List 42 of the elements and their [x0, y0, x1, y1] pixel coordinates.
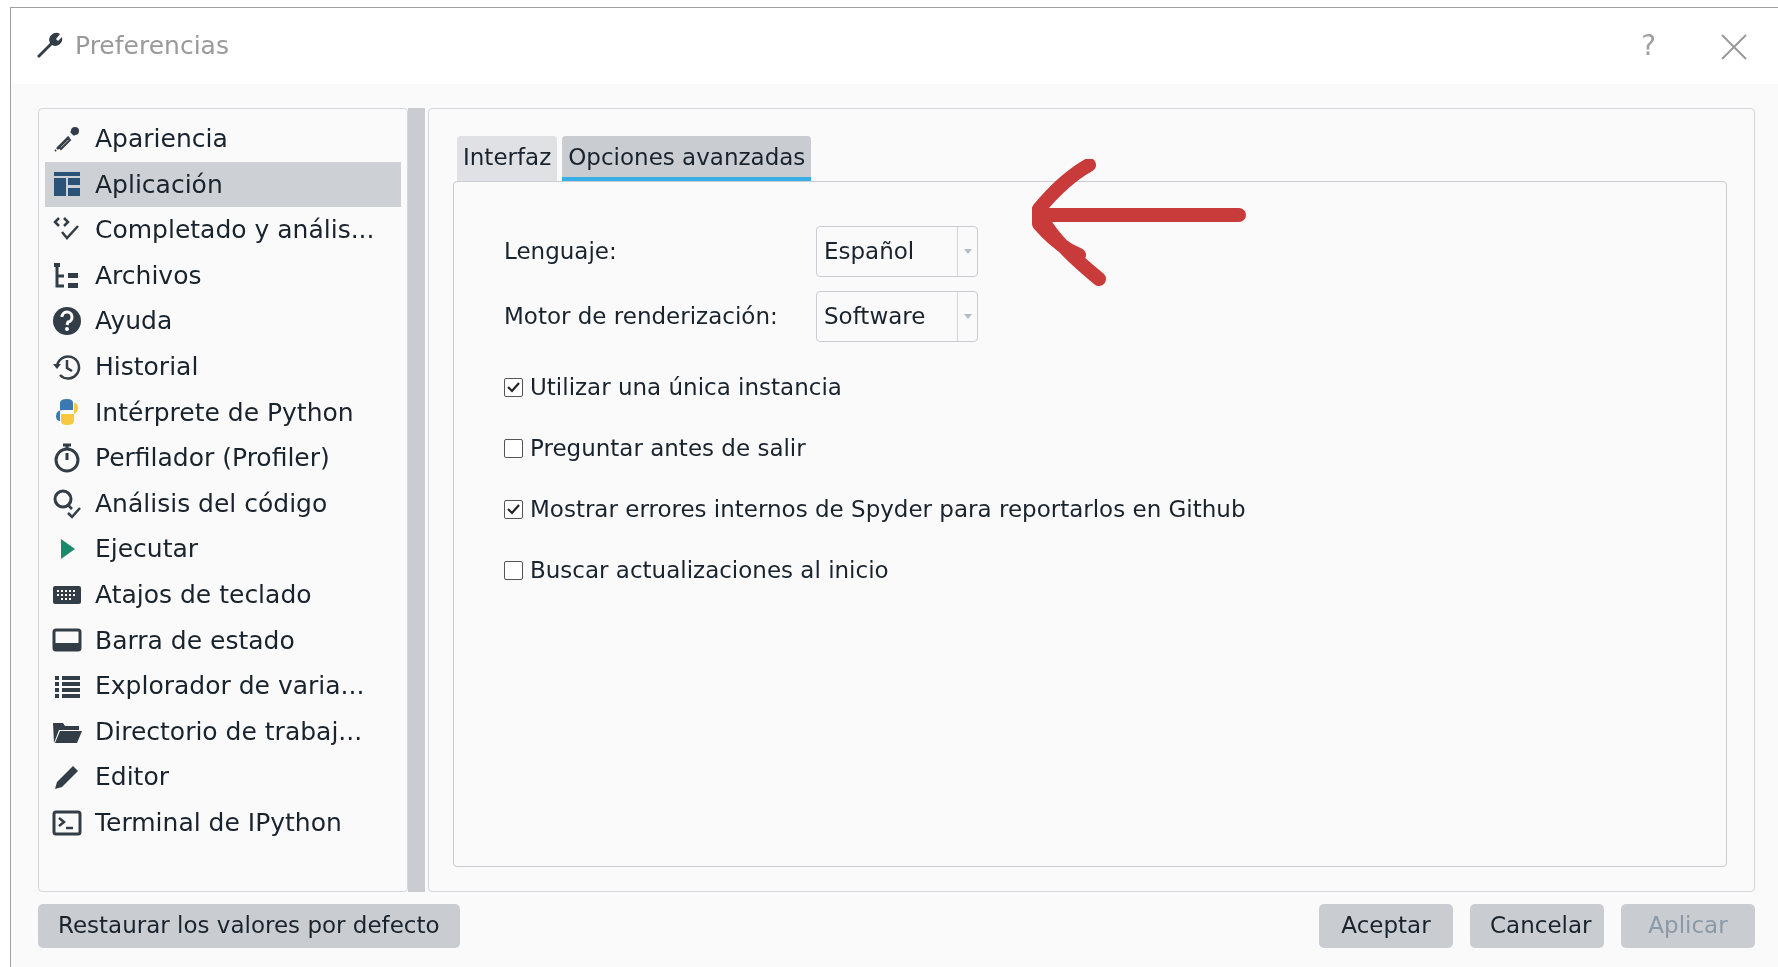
- sidebar-item[interactable]: Terminal de IPython: [45, 799, 401, 846]
- sidebar-item[interactable]: Archivos: [45, 252, 401, 299]
- checkbox-option[interactable]: Preguntar antes de salir: [504, 433, 1726, 464]
- dropdown[interactable]: Software: [816, 290, 978, 342]
- sidebar-item[interactable]: Historial: [45, 343, 401, 390]
- splitter-handle[interactable]: [408, 108, 425, 892]
- field-label: Motor de renderización:: [504, 301, 779, 331]
- sidebar-item[interactable]: Explorador de varia...: [45, 663, 401, 709]
- help-icon: [51, 305, 83, 338]
- dropdown[interactable]: Español: [816, 225, 978, 277]
- sidebar-item[interactable]: Editor: [45, 754, 401, 800]
- checkbox[interactable]: [504, 561, 523, 580]
- dialog-button[interactable]: Cancelar: [1470, 903, 1604, 948]
- sidebar-item[interactable]: Apariencia: [45, 116, 401, 162]
- sidebar-item[interactable]: Ejecutar: [45, 526, 401, 572]
- sidebar-item[interactable]: Análisis del código: [45, 480, 401, 527]
- sidebar-item[interactable]: Perfilador (Profiler): [45, 435, 401, 481]
- sidebar-item[interactable]: Intérprete de Python: [45, 389, 401, 436]
- checkbox-option[interactable]: Utilizar una única instancia: [504, 372, 1726, 403]
- field-label: Lenguaje:: [504, 236, 618, 266]
- checkbox-option[interactable]: Buscar actualizaciones al inicio: [504, 555, 1726, 586]
- close-icon: [1720, 33, 1748, 61]
- reset-button[interactable]: Restaurar los valores por defecto: [38, 903, 460, 948]
- checkbox[interactable]: [504, 500, 523, 519]
- dropdown-arrow-icon: [963, 248, 972, 254]
- sidebar-item[interactable]: Atajos de teclado: [45, 571, 401, 618]
- sidebar-item[interactable]: Aplicación: [45, 161, 401, 208]
- checkbox-option[interactable]: Mostrar errores internos de Spyder para reportarlos en Github: [504, 494, 1726, 525]
- dialog-button[interactable]: Aceptar: [1319, 903, 1453, 948]
- checkbox[interactable]: [504, 378, 523, 397]
- sidebar-item[interactable]: Ayuda: [45, 298, 401, 344]
- sidebar-item[interactable]: Completado y anális...: [45, 207, 401, 253]
- window-title: Preferencias: [75, 30, 229, 63]
- checkmark-icon: [507, 504, 520, 515]
- dropdown-arrow-icon: [963, 313, 972, 319]
- tab[interactable]: Interfaz: [457, 136, 558, 181]
- checkbox[interactable]: [504, 439, 523, 458]
- sidebar-item[interactable]: Barra de estado: [45, 617, 401, 664]
- search-check-icon: [51, 487, 83, 520]
- sidebar-item[interactable]: Directorio de trabaj...: [45, 708, 401, 755]
- checkmark-icon: [507, 382, 520, 393]
- tab[interactable]: Opciones avanzadas: [562, 136, 812, 181]
